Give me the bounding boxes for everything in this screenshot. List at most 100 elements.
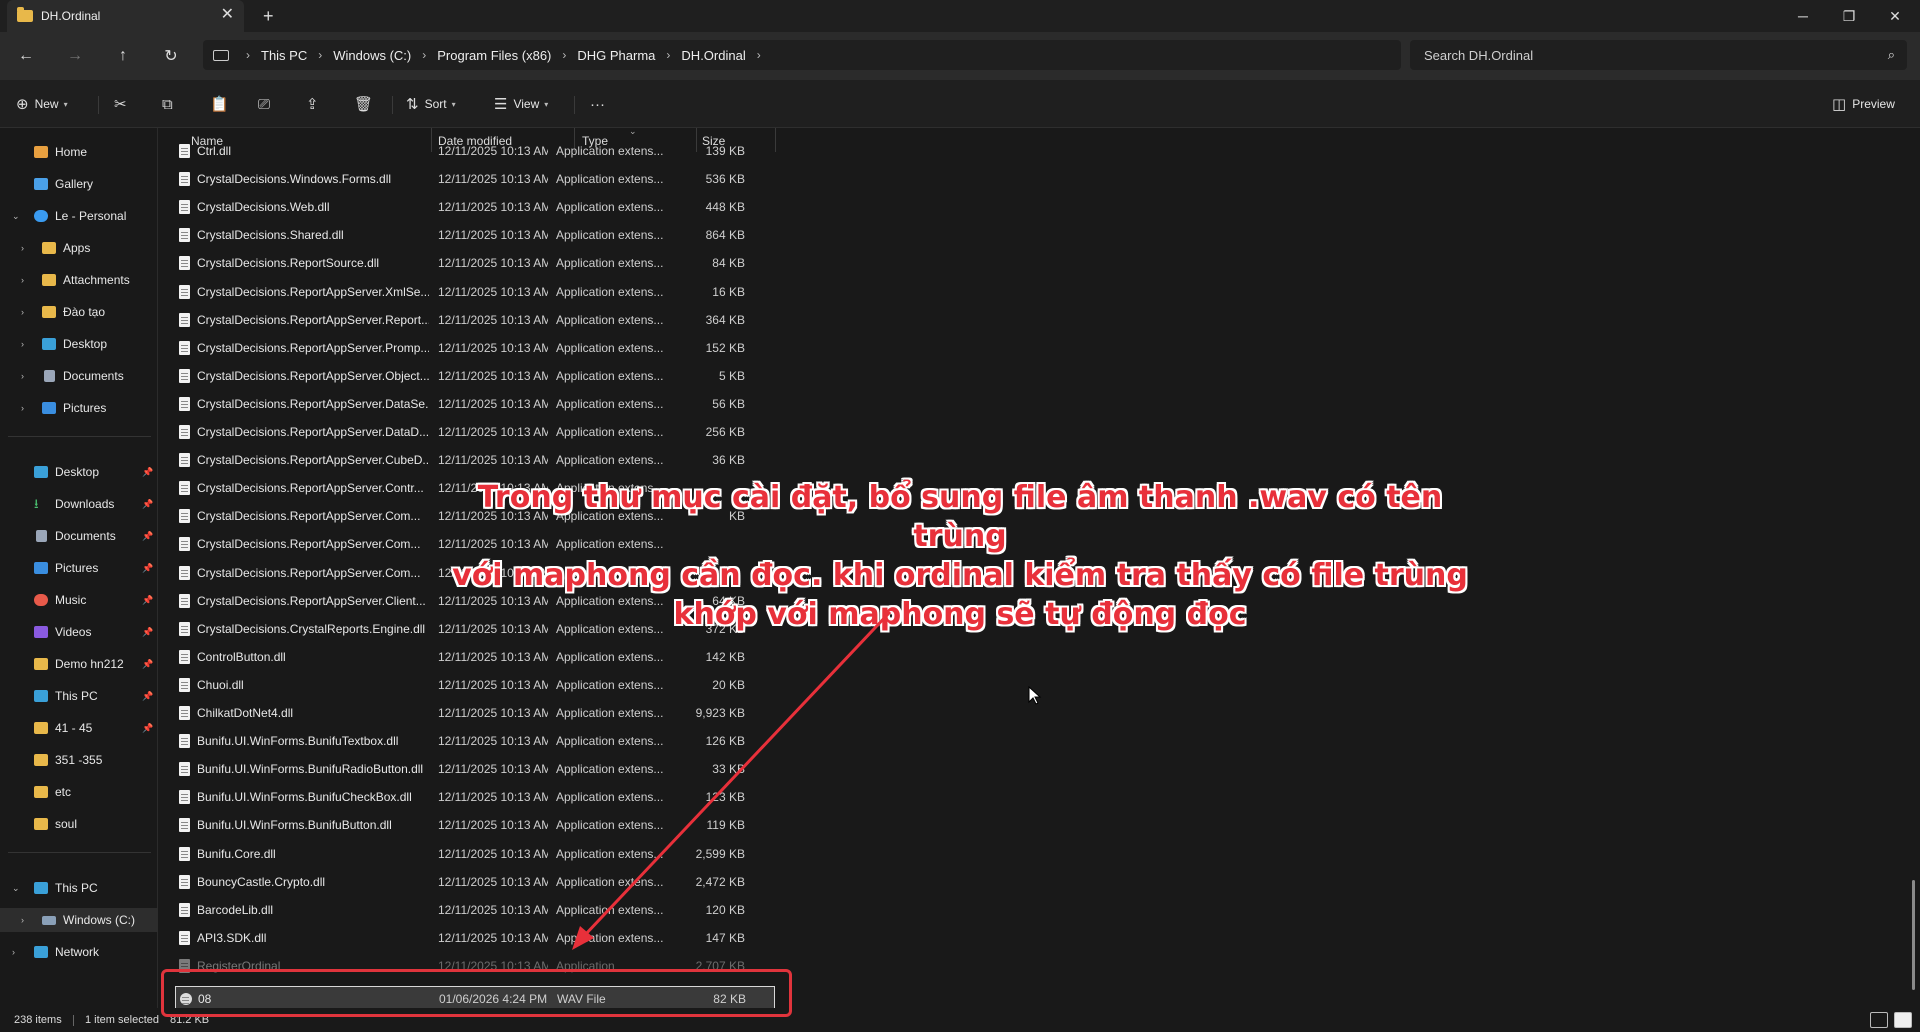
table-row[interactable]: Bunifu.UI.WinForms.BunifuCheckBox.dll 12/…: [175, 785, 775, 809]
table-row[interactable]: BarcodeLib.dll 12/11/2025 10:13 AM Applica…: [175, 898, 775, 922]
sidebar-item-351-355[interactable]: 351 -355: [0, 748, 158, 772]
sidebar-item-dao-tao[interactable]: › Đào tạo: [0, 300, 158, 324]
rename-icon: ⎚: [258, 95, 271, 113]
share-button[interactable]: ⇪: [306, 93, 325, 115]
pin-icon[interactable]: 📌: [142, 723, 153, 734]
table-row[interactable]: Chuoi.dll 12/11/2025 10:13 AM Application …: [175, 673, 775, 697]
sidebar-item-documents-onedrive[interactable]: › Documents: [0, 364, 158, 388]
tiles-view-button[interactable]: [1894, 1012, 1912, 1028]
pin-icon[interactable]: 📌: [142, 563, 153, 574]
minimize-button[interactable]: ─: [1780, 0, 1826, 32]
sidebar-item-soul[interactable]: soul: [0, 812, 158, 836]
pin-icon[interactable]: 📌: [142, 531, 153, 542]
refresh-button[interactable]: ↻: [159, 44, 183, 68]
table-row[interactable]: CrystalDecisions.ReportAppServer.Promp..…: [175, 336, 775, 360]
table-row[interactable]: CrystalDecisions.ReportAppServer.XmlSe..…: [175, 280, 775, 304]
sidebar-item-demo-hn212[interactable]: Demo hn212 📌: [0, 652, 158, 676]
breadcrumb-dhg-pharma[interactable]: DHG Pharma: [577, 48, 655, 63]
sidebar-item-documents[interactable]: Documents 📌: [0, 524, 158, 548]
table-row[interactable]: Bunifu.UI.WinForms.BunifuButton.dll 12/11…: [175, 813, 775, 837]
pin-icon[interactable]: 📌: [142, 691, 153, 702]
breadcrumb-windows-c[interactable]: Windows (C:): [333, 48, 411, 63]
sidebar-item-label: Apps: [63, 241, 91, 255]
table-row[interactable]: CrystalDecisions.ReportAppServer.Object.…: [175, 364, 775, 388]
sidebar-item-music[interactable]: Music 📌: [0, 588, 158, 612]
sidebar-item-this-pc[interactable]: ⌄ This PC: [0, 876, 158, 900]
sidebar-item-pictures[interactable]: Pictures 📌: [0, 556, 158, 580]
table-row[interactable]: CrystalDecisions.ReportAppServer.DataSe.…: [175, 392, 775, 416]
sidebar-item-apps[interactable]: › Apps: [0, 236, 158, 260]
sidebar-item-onedrive[interactable]: ⌄ Le - Personal: [0, 204, 158, 228]
cut-button[interactable]: ✂: [114, 93, 133, 115]
tab-dh-ordinal[interactable]: DH.Ordinal ✕: [7, 0, 244, 32]
sidebar-item-this-pc-pinned[interactable]: This PC 📌: [0, 684, 158, 708]
back-button[interactable]: ←: [14, 44, 38, 68]
item-count: 238 items: [14, 1014, 62, 1026]
breadcrumb-program-files[interactable]: Program Files (x86): [437, 48, 551, 63]
sidebar-item-gallery[interactable]: Gallery: [0, 172, 158, 196]
preview-label: Preview: [1852, 97, 1895, 111]
pin-icon[interactable]: 📌: [142, 627, 153, 638]
maximize-button[interactable]: ❐: [1826, 0, 1872, 32]
table-row[interactable]: Bunifu.Core.dll 12/11/2025 10:13 AM Applic…: [175, 842, 775, 866]
vertical-scrollbar[interactable]: [1912, 880, 1915, 990]
sort-button[interactable]: ⇅ Sort ▾: [406, 93, 456, 115]
details-view-button[interactable]: [1870, 1012, 1888, 1028]
sidebar-item-videos[interactable]: Videos 📌: [0, 620, 158, 644]
table-row[interactable]: CrystalDecisions.ReportAppServer.Report.…: [175, 308, 775, 332]
table-row[interactable]: CrystalDecisions.ReportSource.dll 12/11/2…: [175, 251, 775, 275]
paste-button[interactable]: 📋: [210, 93, 235, 115]
pin-icon[interactable]: 📌: [142, 595, 153, 606]
pin-icon[interactable]: 📌: [142, 659, 153, 670]
new-tab-button[interactable]: +: [263, 6, 274, 27]
sidebar-item-home[interactable]: Home: [0, 140, 158, 164]
more-options-button[interactable]: ···: [590, 93, 611, 115]
table-row[interactable]: CrystalDecisions.ReportAppServer.CubeD..…: [175, 448, 775, 472]
close-window-button[interactable]: ✕: [1872, 0, 1918, 32]
sidebar-item-pictures-onedrive[interactable]: › Pictures: [0, 396, 158, 420]
copy-button[interactable]: ⧉: [162, 93, 179, 115]
sidebar-item-41-45[interactable]: 41 - 45 📌: [0, 716, 158, 740]
sidebar-item-attachments[interactable]: › Attachments: [0, 268, 158, 292]
share-icon: ⇪: [306, 96, 319, 113]
view-button[interactable]: ☰ View ▾: [494, 93, 548, 115]
table-row[interactable]: API3.SDK.dll 12/11/2025 10:13 AM Applicati…: [175, 926, 775, 950]
sidebar-item-desktop-onedrive[interactable]: › Desktop: [0, 332, 158, 356]
pin-icon[interactable]: 📌: [142, 467, 153, 478]
table-row[interactable]: CrystalDecisions.Windows.Forms.dll 12/11/…: [175, 167, 775, 191]
breadcrumb-this-pc[interactable]: This PC: [261, 48, 307, 63]
sidebar-item-etc[interactable]: etc: [0, 780, 158, 804]
breadcrumb-dh-ordinal[interactable]: DH.Ordinal: [681, 48, 745, 63]
file-icon: [179, 256, 190, 271]
sidebar-item-label: Le - Personal: [55, 209, 127, 223]
table-row[interactable]: Bunifu.UI.WinForms.BunifuTextbox.dll 12/1…: [175, 729, 775, 753]
delete-button[interactable]: 🗑: [354, 93, 379, 115]
table-row[interactable]: ControlButton.dll 12/11/2025 10:13 AM Appl…: [175, 645, 775, 669]
forward-button[interactable]: →: [63, 44, 87, 68]
file-size: 123 KB: [705, 790, 745, 805]
table-row[interactable]: BouncyCastle.Crypto.dll 12/11/2025 10:13 …: [175, 870, 775, 894]
table-row[interactable]: CrystalDecisions.Web.dll 12/11/2025 10:13…: [175, 195, 775, 219]
chevron-right-icon: ›: [21, 275, 24, 285]
sidebar-item-network[interactable]: › Network: [0, 940, 158, 964]
up-button[interactable]: ↑: [111, 44, 135, 68]
column-divider[interactable]: [775, 128, 776, 152]
folder-icon: [34, 658, 48, 670]
table-row[interactable]: Ctrl.dll 12/11/2025 10:13 AM Application e…: [175, 139, 775, 163]
new-button[interactable]: ⊕ New ▾: [16, 93, 68, 115]
table-row[interactable]: CrystalDecisions.Shared.dll 12/11/2025 10…: [175, 223, 775, 247]
sidebar-item-windows-c[interactable]: › Windows (C:): [0, 908, 158, 932]
cloud-icon: [34, 210, 48, 222]
table-row[interactable]: Bunifu.UI.WinForms.BunifuRadioButton.dll…: [175, 757, 775, 781]
sidebar-item-downloads[interactable]: ⭳ Downloads 📌: [0, 492, 158, 516]
tab-close-button[interactable]: ✕: [221, 7, 234, 23]
file-date: 12/11/2025 10:13 AM: [438, 200, 548, 215]
table-row[interactable]: ChilkatDotNet4.dll 12/11/2025 10:13 AM App…: [175, 701, 775, 725]
preview-button[interactable]: ◫ Preview: [1832, 93, 1895, 115]
address-bar[interactable]: › This PC › Windows (C:) › Program Files…: [203, 40, 1401, 70]
sidebar-item-desktop[interactable]: Desktop 📌: [0, 460, 158, 484]
rename-button[interactable]: ⎚: [258, 93, 276, 115]
pin-icon[interactable]: 📌: [142, 499, 153, 510]
search-input[interactable]: Search DH.Ordinal ⌕: [1410, 40, 1907, 70]
table-row[interactable]: CrystalDecisions.ReportAppServer.DataD..…: [175, 420, 775, 444]
